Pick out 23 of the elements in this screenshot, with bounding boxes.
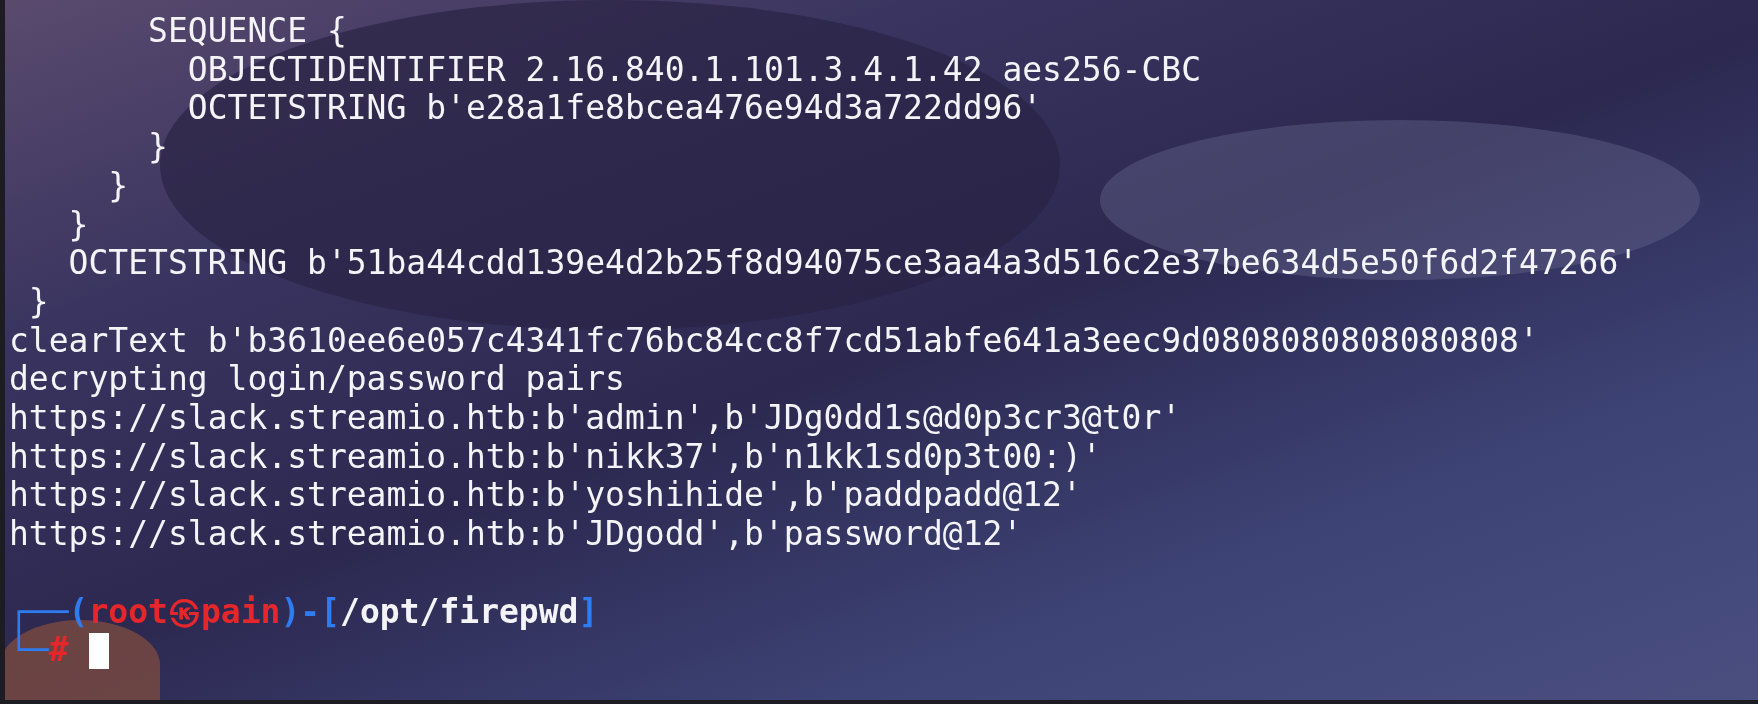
prompt-at: ㉿	[167, 592, 201, 632]
prompt-user: root	[88, 592, 168, 632]
output-line: OCTETSTRING b'51ba44cdd139e4d2b25f8d94075ce3aa4a3d516c2e37be634d5e50f6d2f47266'	[67, 244, 1639, 283]
output-line: }	[107, 166, 129, 206]
output-line: https://slack.streamio.htb:b'admin',b'JDg0dd1s@d0p3cr3@t0r'	[9, 399, 1182, 438]
output-line: }	[67, 205, 89, 245]
output-line: decrypting login/password pairs	[9, 360, 625, 400]
output-line: OBJECTIDENTIFIER 2.16.840.1.101.3.4.1.42 aes256-CBC	[186, 50, 1202, 90]
output-line: }	[27, 282, 49, 322]
prompt-path: /opt/firepwd	[340, 592, 579, 632]
output-line: https://slack.streamio.htb:b'JDgodd',b'password@12'	[9, 515, 1023, 554]
prompt-host: pain	[200, 592, 281, 632]
output-line: OCTETSTRING b'e28a1fe8bcea476e94d3a722dd96'	[186, 89, 1043, 129]
prompt-symbol: #	[48, 631, 69, 670]
output-line: }	[147, 128, 168, 167]
prompt-bracket: ]	[578, 592, 599, 632]
output-line: https://slack.streamio.htb:b'yoshihide',b'paddpadd@12'	[9, 476, 1082, 516]
output-line: https://slack.streamio.htb:b'nikk37',b'n1kk1sd0p3t00:)'	[9, 437, 1102, 477]
prompt-separator: )-[	[280, 592, 341, 632]
output-line: SEQUENCE {	[147, 12, 347, 51]
prompt-corner: ┌──(	[9, 592, 89, 631]
prompt-corner: └─	[9, 631, 49, 670]
output-line: clearText b'b3610ee6e057c4341fc76bc84cc8f7cd51abfe641a3eec9d0808080808080808'	[9, 321, 1539, 361]
